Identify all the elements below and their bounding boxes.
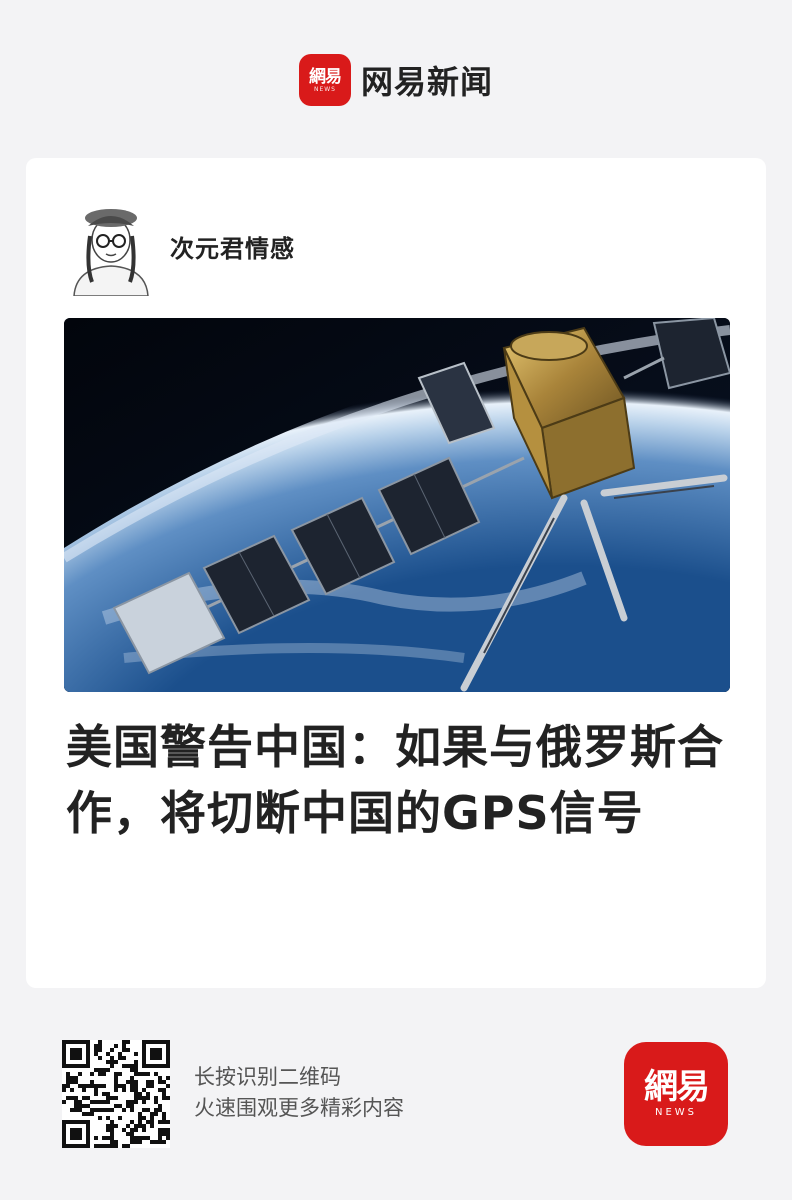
author-name[interactable]: 次元君情感 [170,229,295,264]
logo-text: 網易 [308,67,342,87]
logo-large-text: 網易 [644,1067,710,1107]
qr-caption-line-2: 火速围观更多精彩内容 [194,1096,404,1120]
author-avatar-icon[interactable] [66,196,156,296]
hero-satellite-image[interactable] [64,318,730,692]
qr-code-graphic [62,1040,170,1148]
qr-caption-line-1: 长按识别二维码 [194,1065,341,1089]
qr-caption: 长按识别二维码 火速围观更多精彩内容 [194,1062,404,1124]
article-headline[interactable]: 美国警告中国：如果与俄罗斯合作，将切断中国的GPS信号 [66,714,730,846]
app-header: 網易 NEWS 网易新闻 [0,52,792,108]
netease-logo-icon: 網易 NEWS [298,54,351,106]
logo-large-subtext: NEWS [654,1107,698,1118]
logo-subtext: NEWS [313,86,336,93]
netease-news-logo-icon[interactable]: 網易 NEWS [624,1042,728,1146]
author-row[interactable]: 次元君情感 [66,196,295,296]
article-card[interactable]: 次元君情感 美国警告中国：如果与俄罗斯合作，将切断中国的GPS信号 [26,158,766,988]
qr-code-icon[interactable] [62,1040,170,1148]
brand-name: 网易新闻 [360,63,493,101]
share-footer: 长按识别二维码 火速围观更多精彩内容 網易 NEWS [0,1030,792,1200]
